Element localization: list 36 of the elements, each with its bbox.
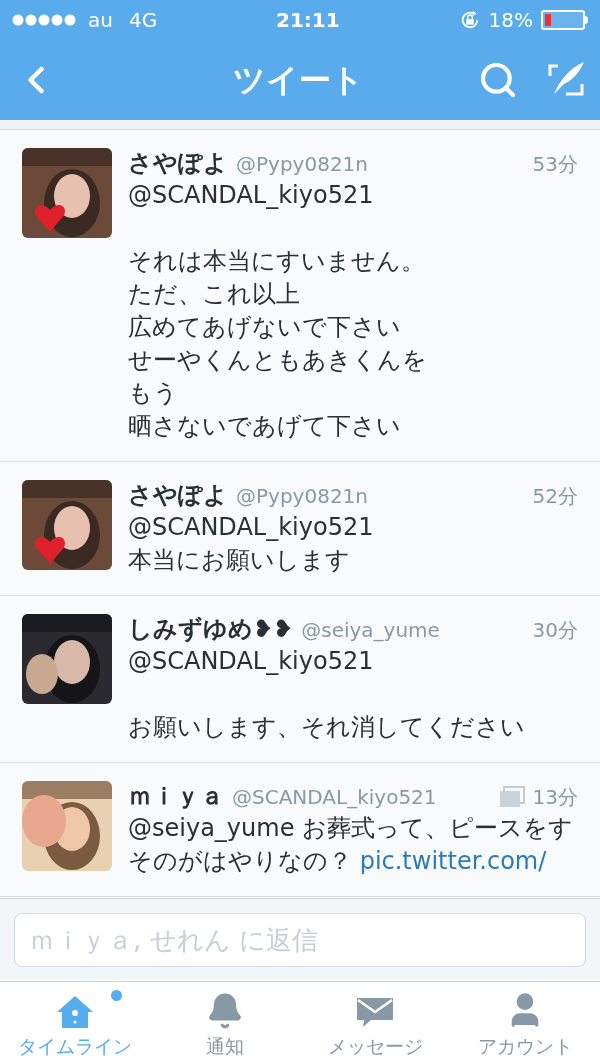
tweet-time: 13分 [532,784,578,811]
tab-bar-item[interactable]: メッセージ [300,982,450,1064]
network-type: 4G [128,7,158,34]
user-handle: @SCANDAL_kiyo521 [232,784,437,811]
tweet-time: 52分 [532,483,578,510]
tab-bar-item[interactable]: アカウント [450,982,600,1064]
tweet-text: ただ、これ以上 [128,280,300,308]
user-name: さやぽよ [128,480,228,510]
tweet-time: 30分 [532,617,578,644]
tweet-text: @seiya_yume お葬式って、ピースをす [128,814,574,842]
user-handle: @Pypy0821n [236,151,368,178]
user-name: さやぽよ [128,148,228,178]
tweet-text: @SCANDAL_kiyo521 [128,181,374,209]
tweet-link[interactable]: pic.twitter.com/ [359,847,547,875]
tab-bar-item[interactable]: タイムライン [0,982,150,1064]
tweet-time: 53分 [532,151,578,178]
tweet-text: それは本当にすいません。 [128,247,425,275]
tweet-text: 本当にお願いします [128,546,350,574]
user-name: しみずゆめ❥❥ [128,614,294,644]
tweet-text: せーやくんともあきくんを [128,346,427,374]
clock-time: 21:11 [276,7,340,34]
tweet-text: そのがはやりなの？ [128,847,353,875]
user-name: ｍｉｙａ [128,781,224,811]
tweet-text: 晒さないであげて下さい [128,412,401,440]
tweet-text: @SCANDAL_kiyo521 [128,513,374,541]
user-handle: @seiya_yume [301,617,440,644]
battery-percent: 18% [488,7,533,34]
carrier-name: au [88,7,113,34]
tweet-text: @SCANDAL_kiyo521 [128,647,374,675]
tweet-text: 広めてあげないで下さい [128,313,401,341]
tweet-text: お願いします、それ消してください [128,713,525,741]
tweet-text: もう [128,379,178,407]
screen-title: ツイート [232,60,364,101]
tab-bar-item[interactable]: 通知 [150,982,300,1064]
reply-field[interactable]: ｍｉｙａ, せれん に返信 [14,913,586,967]
user-handle: @Pypy0821n [236,483,368,510]
